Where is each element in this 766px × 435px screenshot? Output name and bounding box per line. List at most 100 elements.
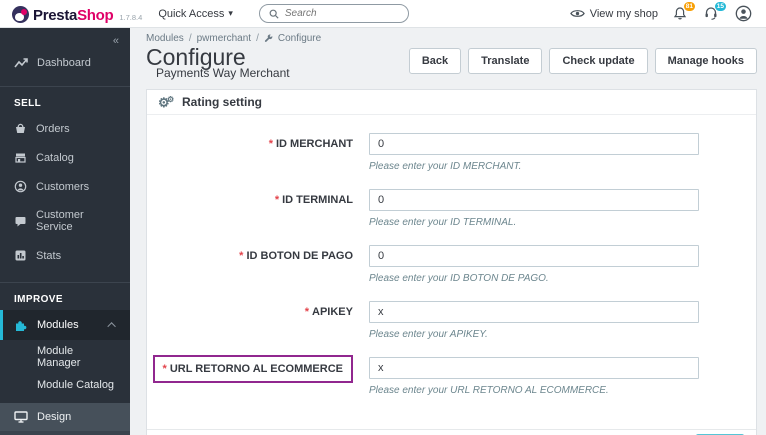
required-mark: * bbox=[304, 306, 310, 318]
panel-title: Rating setting bbox=[182, 95, 262, 109]
notifications-button[interactable]: 81 bbox=[673, 0, 696, 22]
account-avatar[interactable] bbox=[735, 5, 752, 22]
sidebar-item-customers[interactable]: Customers bbox=[0, 172, 130, 201]
search-input[interactable] bbox=[284, 8, 399, 19]
breadcrumb-pwmerchant[interactable]: pwmerchant bbox=[197, 33, 251, 44]
title-block: Configure Payments Way Merchant bbox=[146, 44, 290, 81]
prestashop-admin: PrestaShop 1.7.8.4 Quick Access ▾ View m… bbox=[0, 0, 766, 435]
sidebar-item-label: Modules bbox=[37, 319, 79, 331]
translate-button[interactable]: Translate bbox=[468, 48, 543, 74]
sidebar-item-module-catalog[interactable]: Module Catalog bbox=[0, 374, 130, 396]
view-my-shop-link[interactable]: View my shop bbox=[569, 8, 658, 20]
quick-access-label: Quick Access bbox=[158, 7, 225, 20]
top-bar: PrestaShop 1.7.8.4 Quick Access ▾ View m… bbox=[0, 0, 766, 28]
field-control: Please enter your URL RETORNO AL ECOMMER… bbox=[369, 357, 699, 396]
sidebar-item-catalog[interactable]: Catalog bbox=[0, 143, 130, 172]
search-box[interactable] bbox=[258, 4, 409, 23]
customer-service-icon bbox=[15, 216, 26, 226]
caret-down-icon: ▾ bbox=[228, 8, 233, 18]
sidebar-item-label: Stats bbox=[36, 249, 62, 262]
sidebar-item-stats[interactable]: Stats bbox=[0, 241, 130, 270]
breadcrumb: Modules / pwmerchant / Configure bbox=[146, 33, 757, 44]
prestashop-logo-icon bbox=[12, 6, 29, 23]
sidebar-item-label: Orders bbox=[36, 122, 70, 135]
wrench-icon bbox=[264, 34, 273, 42]
field-help: Please enter your ID MERCHANT. bbox=[369, 161, 522, 172]
breadcrumb-separator: / bbox=[188, 33, 192, 44]
field-control: Please enter your ID BOTON DE PAGO. bbox=[369, 245, 699, 284]
field-help: Please enter your ID BOTON DE PAGO. bbox=[369, 273, 549, 284]
header-actions: Back Translate Check update Manage hooks bbox=[408, 46, 757, 74]
version-label: 1.7.8.4 bbox=[119, 13, 143, 22]
sidebar-collapse-icon[interactable]: « bbox=[0, 28, 130, 49]
design-icon bbox=[14, 411, 28, 423]
sidebar-item-label: Customer Service bbox=[36, 209, 84, 233]
required-mark: * bbox=[268, 138, 273, 150]
brand-primary: Presta bbox=[33, 7, 78, 24]
field-control: Please enter your APIKEY. bbox=[369, 301, 699, 340]
id-terminal-input[interactable] bbox=[369, 189, 699, 211]
modules-icon bbox=[16, 321, 27, 331]
back-button[interactable]: Back bbox=[408, 48, 462, 74]
field-label: * APIKEY bbox=[304, 306, 353, 318]
panel-body: *ID MERCHANT Please enter your ID MERCHA… bbox=[147, 115, 756, 396]
breadcrumb-configure[interactable]: Configure bbox=[278, 33, 321, 44]
id-merchant-input[interactable] bbox=[369, 133, 699, 155]
panel-header: ⚙ ⚙ Rating setting bbox=[147, 90, 756, 115]
top-right-cluster: View my shop 81 15 bbox=[569, 0, 766, 22]
sidebar-item-orders[interactable]: Orders bbox=[0, 114, 130, 143]
form-row-id-merchant: *ID MERCHANT Please enter your ID MERCHA… bbox=[147, 133, 756, 172]
manage-hooks-button[interactable]: Manage hooks bbox=[654, 48, 757, 74]
required-mark: * bbox=[162, 363, 167, 375]
sidebar-item-label: Dashboard bbox=[37, 57, 91, 69]
url-retorno-input[interactable] bbox=[369, 357, 699, 379]
field-label: * ID MERCHANT bbox=[268, 138, 353, 150]
highlight-annotation-box: * URL RETORNO AL ECOMMERCE bbox=[152, 355, 353, 383]
dashboard-icon bbox=[14, 58, 28, 68]
sidebar-item-customer-service[interactable]: Customer Service bbox=[0, 201, 130, 241]
field-control: Please enter your ID TERMINAL. bbox=[369, 189, 699, 228]
page-subtitle: Payments Way Merchant bbox=[156, 66, 290, 80]
breadcrumb-modules[interactable]: Modules bbox=[146, 33, 184, 44]
id-boton-de-pago-input[interactable] bbox=[369, 245, 699, 267]
field-help: Please enter your ID TERMINAL. bbox=[369, 217, 517, 228]
sidebar-item-label: Catalog bbox=[36, 151, 74, 164]
prestashop-logo[interactable]: Presta Shop 1.7.8.4 bbox=[0, 3, 142, 24]
sidebar-item-module-manager[interactable]: Module Manager bbox=[0, 340, 130, 374]
breadcrumb-separator: / bbox=[256, 33, 259, 44]
field-label: * ID TERMINAL bbox=[274, 194, 353, 206]
form-row-id-terminal: *ID TERMINAL Please enter your ID TERMIN… bbox=[147, 189, 756, 228]
check-update-button[interactable]: Check update bbox=[549, 48, 648, 74]
sidebar-item-label: Customers bbox=[36, 180, 90, 193]
sidebar-divider bbox=[0, 86, 130, 87]
sidebar-item-design[interactable]: Design bbox=[0, 403, 130, 431]
chevron-up-icon bbox=[107, 322, 116, 331]
sidebar-item-dashboard[interactable]: Dashboard bbox=[0, 49, 130, 77]
panel-footer bbox=[147, 429, 756, 435]
quick-access-menu[interactable]: Quick Access ▾ bbox=[158, 8, 233, 20]
onboarding-panel: Launch your shop! 0% RESUME Stop the OnB… bbox=[0, 431, 130, 435]
notifications-badge: 81 bbox=[682, 0, 696, 12]
catalog-icon bbox=[15, 153, 26, 163]
form-row-id-boton-de-pago: *ID BOTON DE PAGO Please enter your ID B… bbox=[147, 245, 756, 284]
required-mark: * bbox=[239, 250, 244, 262]
apikey-input[interactable] bbox=[369, 301, 699, 323]
messages-button[interactable]: 15 bbox=[704, 0, 727, 22]
orders-icon bbox=[16, 123, 25, 133]
sidebar-section-improve: IMPROVE bbox=[14, 294, 63, 305]
field-help: Please enter your URL RETORNO AL ECOMMER… bbox=[369, 385, 609, 396]
required-mark: * bbox=[274, 194, 280, 206]
sidebar-section-sell: SELL bbox=[14, 98, 42, 109]
field-help: Please enter your APIKEY. bbox=[369, 329, 488, 340]
page-header: Configure Payments Way Merchant Back Tra… bbox=[146, 46, 757, 80]
page-title: Configure bbox=[146, 44, 246, 70]
field-control: Please enter your ID MERCHANT. bbox=[369, 133, 699, 172]
rating-setting-panel: ⚙⚙ Rating setting *ID MERCHANT Please en… bbox=[146, 89, 757, 435]
eye-icon bbox=[569, 10, 585, 17]
sidebar-item-modules[interactable]: Modules bbox=[0, 310, 130, 340]
form-row-url-retorno: *URL RETORNO AL ECOMMERCE Please enter y… bbox=[147, 355, 756, 396]
sidebar-divider bbox=[0, 282, 130, 283]
messages-badge: 15 bbox=[713, 0, 727, 12]
field-label: * URL RETORNO AL ECOMMERCE bbox=[147, 355, 353, 396]
search-icon bbox=[269, 9, 279, 19]
